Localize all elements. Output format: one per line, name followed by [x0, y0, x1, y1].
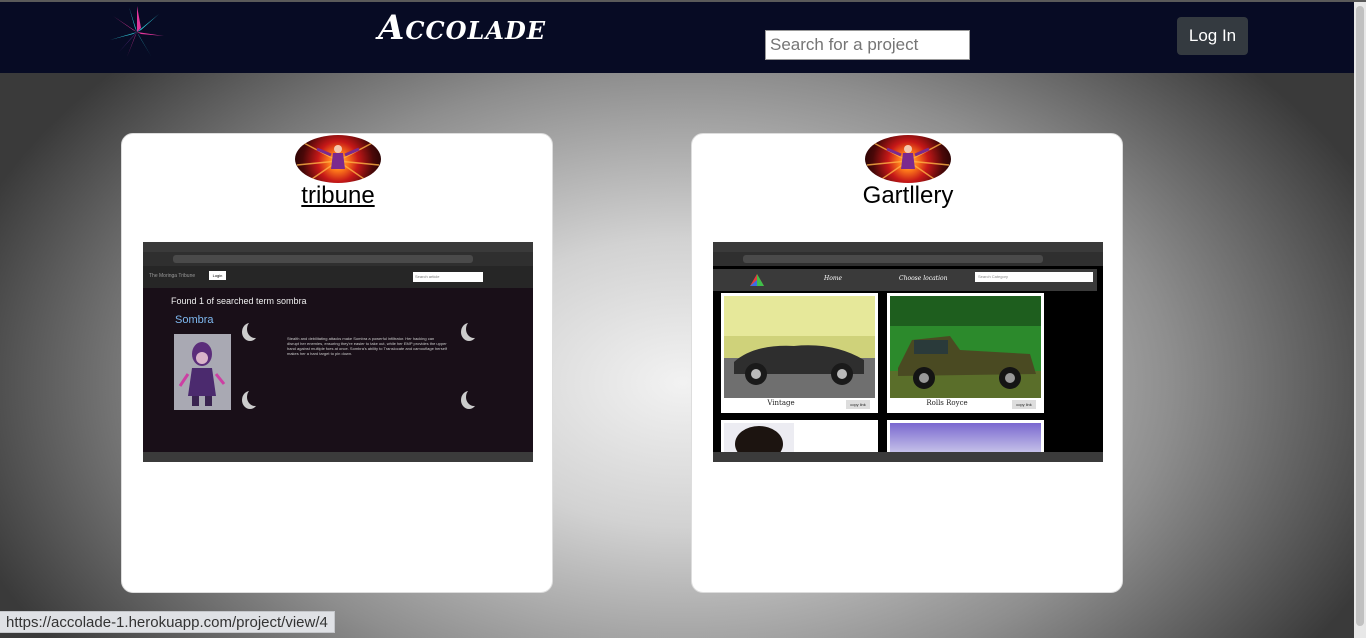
project-screenshot[interactable]: The Moringa Tribune Login Search article… [143, 242, 533, 462]
project-title-link[interactable]: tribune [301, 182, 374, 209]
screenshot-tab-strip [143, 242, 533, 252]
screenshot-found-text: Found 1 of searched term sombra [171, 296, 307, 306]
screenshot-photo-card: Vintage copy link [721, 293, 878, 413]
project-title[interactable]: tribune [122, 182, 554, 210]
screenshot-photo-card: Rolls Royce copy link [887, 293, 1044, 413]
search-input[interactable] [765, 30, 970, 60]
screenshot-taskbar [143, 452, 533, 462]
project-title: Gartllery [862, 182, 954, 209]
starburst-logo-icon[interactable] [106, 5, 168, 59]
project-screenshot[interactable]: Home Choose location Search Category Vin… [713, 242, 1103, 462]
screenshot-tab-strip [713, 242, 1103, 252]
screenshot-character-image [174, 334, 231, 410]
screenshot-nav-home: Home [824, 275, 843, 282]
moon-icon [247, 320, 263, 338]
copy-link-button: copy link [846, 400, 870, 409]
login-button[interactable]: Log In [1177, 17, 1248, 55]
gallery-logo-icon [750, 274, 764, 286]
screenshot-photo-card [721, 420, 878, 462]
screenshot-search-input: Search article [413, 272, 483, 282]
project-card: tribune The Moringa Tribune Login Search… [121, 133, 553, 593]
brand-title[interactable]: Accolade [378, 8, 546, 48]
screenshot-photo-card [887, 420, 1044, 452]
moon-icon [466, 388, 482, 406]
screenshot-result-title: Sombra [175, 314, 214, 326]
navbar: Accolade Log In [0, 2, 1366, 73]
screenshot-nav-location: Choose location [899, 275, 948, 282]
screenshot-nav-brand: The Moringa Tribune [149, 273, 196, 279]
user-avatar-icon[interactable] [865, 135, 951, 183]
vintage-car-image [724, 296, 875, 398]
screenshot-description: Stealth and debilitating attacks make So… [287, 336, 447, 356]
rolls-royce-car-image [890, 296, 1041, 398]
screenshot-search-input: Search Category [975, 272, 1093, 282]
screenshot-url-bar [743, 255, 1043, 263]
copy-link-button: copy link [1012, 400, 1036, 409]
moon-icon [247, 388, 263, 406]
moon-icon [466, 320, 482, 338]
scrollbar-thumb[interactable] [1356, 6, 1364, 626]
status-bar-url: https://accolade-1.herokuapp.com/project… [0, 611, 335, 633]
photo-caption: Rolls Royce [926, 399, 968, 407]
user-avatar-icon[interactable] [295, 135, 381, 183]
photo-caption: Vintage [767, 399, 795, 407]
screenshot-login-button: Login [209, 271, 226, 280]
project-card: Gartllery Home Choose location Search Ca… [691, 133, 1123, 593]
screenshot-url-bar [173, 255, 473, 263]
page-scrollbar[interactable] [1354, 2, 1366, 638]
screenshot-taskbar [713, 452, 1103, 462]
